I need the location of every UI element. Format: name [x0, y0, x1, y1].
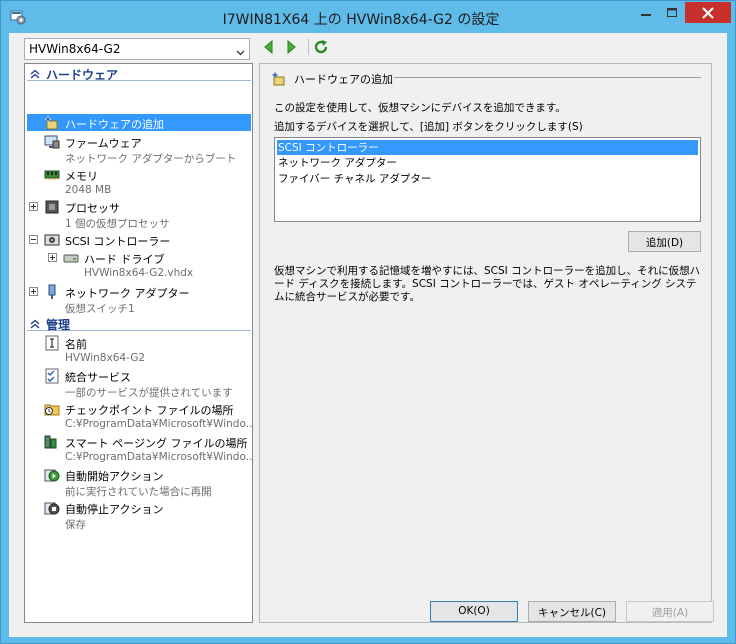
details-panel: ハードウェアの追加 この設定を使用して、仮想マシンにデバイスを追加できます。 追…	[259, 63, 712, 623]
device-list-label: 追加するデバイスを選択して、[追加] ボタンをクリックします(S)	[274, 121, 583, 133]
tree-item-detail: 前に実行されていた場合に再開	[65, 486, 212, 498]
network-adapter-icon	[44, 284, 60, 300]
tree-item-network-adapter[interactable]: ネットワーク アダプター 仮想スイッチ1	[44, 283, 249, 315]
tree-item-integration-services[interactable]: 統合サービス 一部のサービスが提供されています	[44, 367, 249, 399]
add-hardware-icon	[271, 71, 287, 90]
tree-item-detail: 2048 MB	[65, 184, 112, 196]
tree-item-detail: HVWin8x64-G2	[65, 352, 146, 364]
window-title: I7WIN81X64 上の HVWin8x64-G2 の設定	[222, 12, 500, 28]
scsi-controller-icon	[44, 232, 60, 248]
tree-item-detail: 1 個の仮想プロセッサ	[65, 218, 170, 230]
toolbar-separator	[308, 39, 309, 55]
device-description: 仮想マシンで利用する記憶域を増やすには、SCSI コントローラーを追加し、それに…	[274, 265, 701, 303]
settings-app-icon	[10, 9, 26, 25]
dialog-body: HVWin8x64-G2 ハードウェア ハードウェアの追加 ファームウェア ネッ…	[9, 33, 727, 637]
tree-item-label: プロセッサ	[65, 202, 120, 215]
next-arrow-icon[interactable]	[287, 39, 297, 57]
tree-item-label: ハード ドライブ	[84, 253, 165, 266]
tree-item-label: 統合サービス	[65, 371, 131, 384]
tree-item-auto-start[interactable]: 自動開始アクション 前に実行されていた場合に再開	[44, 466, 249, 498]
tree-item-detail: C:¥ProgramData¥Microsoft¥Windo...	[65, 418, 253, 430]
tree-item-label: スマート ページング ファイルの場所	[65, 437, 248, 450]
tree-item-detail: 仮想スイッチ1	[65, 303, 135, 315]
firmware-icon	[44, 134, 60, 150]
tree-item-detail: 保存	[65, 519, 86, 531]
title-bar[interactable]: I7WIN81X64 上の HVWin8x64-G2 の設定	[1, 1, 735, 34]
collapse-chevron-icon[interactable]	[30, 318, 40, 332]
tree-item-smart-paging[interactable]: スマート ページング ファイルの場所 C:¥ProgramData¥Micros…	[44, 433, 252, 465]
section-management[interactable]: 管理	[27, 316, 251, 332]
device-option-network-adapter[interactable]: ネットワーク アダプター	[277, 155, 698, 170]
expand-plus-icon[interactable]	[48, 253, 57, 262]
tree-item-label: 名前	[65, 338, 87, 351]
minimize-button[interactable]	[633, 2, 659, 23]
tree-item-memory[interactable]: メモリ 2048 MB	[44, 166, 249, 198]
smart-paging-icon	[44, 434, 60, 450]
tree-item-name[interactable]: 名前 HVWin8x64-G2	[44, 334, 249, 366]
tree-item-label: 自動開始アクション	[65, 470, 164, 483]
section-management-label: 管理	[46, 318, 71, 332]
tree-item-detail: ネットワーク アダプターからブート	[65, 153, 237, 165]
collapse-minus-icon[interactable]	[29, 235, 38, 244]
tree-item-hard-drive[interactable]: ハード ドライブ HVWin8x64-G2.vhdx	[63, 249, 249, 281]
device-listbox[interactable]: SCSI コントローラー ネットワーク アダプター ファイバー チャネル アダプ…	[274, 137, 701, 222]
title-divider	[394, 77, 701, 78]
close-button[interactable]	[685, 2, 731, 23]
auto-start-icon	[44, 467, 60, 483]
checkpoint-folder-icon	[44, 401, 60, 417]
device-option-scsi-controller[interactable]: SCSI コントローラー	[277, 140, 698, 155]
tree-item-label: ハードウェアの追加	[65, 118, 164, 131]
expand-plus-icon[interactable]	[29, 202, 38, 211]
auto-stop-icon	[44, 500, 60, 516]
vm-selector-value: HVWin8x64-G2	[29, 42, 121, 56]
vm-selector-dropdown[interactable]: HVWin8x64-G2	[24, 38, 250, 60]
add-hardware-icon	[44, 115, 60, 131]
tree-item-label: ネットワーク アダプター	[65, 287, 190, 300]
tree-item-label: 自動停止アクション	[65, 503, 164, 516]
maximize-button[interactable]	[659, 2, 685, 23]
section-hardware-label: ハードウェア	[46, 68, 119, 82]
tree-item-checkpoint-location[interactable]: チェックポイント ファイルの場所 C:¥ProgramData¥Microsof…	[44, 400, 252, 432]
tree-item-firmware[interactable]: ファームウェア ネットワーク アダプターからブート	[44, 133, 249, 165]
ok-button[interactable]: OK(O)	[430, 601, 518, 622]
tree-item-label: メモリ	[65, 170, 98, 183]
collapse-chevron-icon[interactable]	[30, 68, 40, 82]
panel-title: ハードウェアの追加	[294, 73, 393, 86]
tree-item-label: ファームウェア	[65, 137, 142, 150]
add-button[interactable]: 追加(D)	[628, 231, 701, 252]
name-icon	[44, 335, 60, 351]
settings-window: I7WIN81X64 上の HVWin8x64-G2 の設定 HVWin8x64…	[0, 0, 736, 644]
hard-drive-icon	[63, 250, 79, 266]
expand-plus-icon[interactable]	[29, 287, 38, 296]
section-hardware[interactable]: ハードウェア	[27, 66, 251, 82]
tree-item-label: SCSI コントローラー	[65, 235, 171, 248]
chevron-down-icon	[236, 45, 245, 59]
refresh-icon[interactable]	[313, 39, 329, 58]
tree-item-detail: HVWin8x64-G2.vhdx	[84, 267, 194, 279]
close-icon	[702, 6, 714, 19]
tree-item-label: チェックポイント ファイルの場所	[65, 404, 234, 417]
tree-item-detail: 一部のサービスが提供されています	[65, 387, 233, 399]
tree-item-processor[interactable]: プロセッサ 1 個の仮想プロセッサ	[44, 198, 249, 230]
previous-arrow-icon[interactable]	[263, 39, 273, 57]
device-option-fibre-channel-adapter[interactable]: ファイバー チャネル アダプター	[277, 171, 698, 186]
processor-icon	[44, 199, 60, 215]
panel-intro-text: この設定を使用して、仮想マシンにデバイスを追加できます。	[274, 102, 566, 114]
integration-services-icon	[44, 368, 60, 384]
tree-item-auto-stop[interactable]: 自動停止アクション 保存	[44, 499, 249, 531]
cancel-button[interactable]: キャンセル(C)	[528, 601, 616, 622]
settings-tree[interactable]: ハードウェア ハードウェアの追加 ファームウェア ネットワーク アダプターからブ…	[24, 63, 253, 623]
apply-button[interactable]: 適用(A)	[626, 601, 714, 622]
tree-item-detail: C:¥ProgramData¥Microsoft¥Windo...	[65, 451, 253, 463]
memory-icon	[44, 167, 60, 183]
